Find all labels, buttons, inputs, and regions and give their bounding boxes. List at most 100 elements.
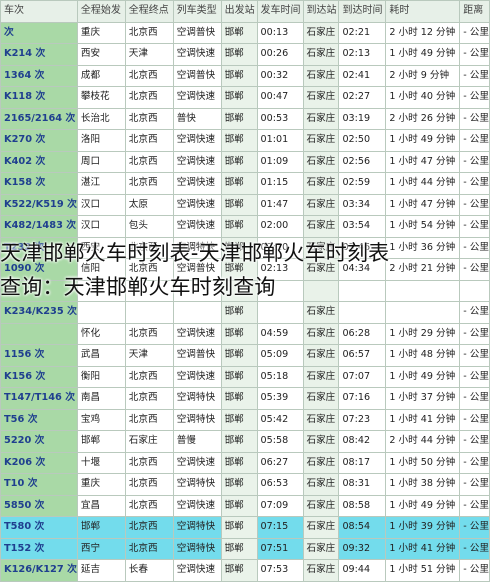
cell-duration: 1 小时 51 分钟 [385,559,461,582]
cell-train-no[interactable]: 1364 次 [0,64,78,87]
cell-duration: 1 小时 41 分钟 [385,408,461,431]
cell-departure-station: 邯郸 [220,21,258,44]
cell-terminus: 北京西 [124,494,174,517]
cell-distance: - 公里 [459,21,490,44]
cell-train-type [172,301,222,324]
cell-arrival-time: 03:54 [338,215,387,238]
cell-train-no[interactable]: 5220 次 [0,430,78,453]
table-row: K214 次西安 天津 空调快速 邯郸 00:26 石家庄 02:13 1 小时 49 分钟 -… [0,43,490,66]
cell-departure-station: 邯郸 [220,86,258,109]
cell-departure-station: 邯郸 [220,451,258,474]
cell-arrival-time: 03:19 [338,107,387,130]
cell-train-type: 空调特快 [172,537,222,560]
cell-duration: 1 小时 44 分钟 [385,172,461,195]
cell-arrival-station: 石家庄 [302,64,340,87]
cell-origin: 宝鸡 [76,408,126,431]
cell-train-no[interactable]: T10 次 [0,473,78,496]
cell-arrival-station: 石家庄 [302,301,340,324]
cell-terminus: 北京西 [124,516,174,539]
cell-origin: 邯郸 [76,516,126,539]
cell-departure-time: 04:59 [256,322,304,345]
cell-duration: 2 小时 26 分钟 [385,107,461,130]
cell-duration: 1 小时 54 分钟 [385,215,461,238]
cell-train-no[interactable]: K270 次 [0,129,78,152]
cell-distance: - 公里 [459,473,490,496]
table-row: K158 次湛江 北京西 空调快速 邯郸 01:15 石家庄 02:59 1 小时 44 分钟… [0,172,490,195]
cell-train-no[interactable]: K158 次 [0,172,78,195]
cell-train-no[interactable]: K214 次 [0,43,78,66]
cell-duration: 1 小时 41 分钟 [385,537,461,560]
cell-duration: 2 小时 44 分钟 [385,430,461,453]
cell-terminus: 北京西 [124,86,174,109]
cell-train-no[interactable]: K118 次 [0,86,78,109]
table-row: 2165/2164 次长治北 北京西 普快 邯郸 00:53 石家庄 03:19 2 小时 2… [0,107,490,130]
cell-arrival-time: 02:21 [338,21,387,44]
cell-departure-station: 邯郸 [220,107,258,130]
cell-departure-time: 00:53 [256,107,304,130]
cell-distance: - 公里 [459,150,490,173]
cell-train-no[interactable]: K206 次 [0,451,78,474]
cell-distance: - 公里 [459,516,490,539]
cell-arrival-station: 石家庄 [302,559,340,582]
cell-origin: 宜昌 [76,494,126,517]
cell-arrival-time: 08:54 [338,516,387,539]
cell-train-type: 空调快速 [172,559,222,582]
cell-arrival-station: 石家庄 [302,365,340,388]
cell-train-no[interactable]: 2165/2164 次 [0,107,78,130]
cell-duration: 1 小时 37 分钟 [385,387,461,410]
cell-terminus: 石家庄 [124,430,174,453]
cell-terminus: 北京西 [124,150,174,173]
cell-arrival-station: 石家庄 [302,21,340,44]
cell-distance: - 公里 [459,408,490,431]
cell-train-type: 空调快速 [172,129,222,152]
cell-train-no[interactable]: K234/K235 次 [0,301,78,324]
cell-terminus: 北京西 [124,64,174,87]
cell-origin: 成都 [76,64,126,87]
cell-arrival-station: 石家庄 [302,387,340,410]
cell-train-no[interactable]: T56 次 [0,408,78,431]
cell-train-no[interactable]: K156 次 [0,365,78,388]
cell-departure-station: 邯郸 [220,430,258,453]
cell-duration: 1 小时 38 分钟 [385,473,461,496]
cell-distance: - 公里 [459,387,490,410]
header-train-type: 列车类型 [172,0,222,23]
cell-train-no[interactable]: 1156 次 [0,344,78,367]
cell-train-type: 空调快速 [172,494,222,517]
cell-train-no[interactable] [0,322,78,345]
cell-departure-time: 01:15 [256,172,304,195]
table-row: K482/1483 次汉口 包头 空调快速 邯郸 02:00 石家庄 03:54 1 小时 5… [0,215,490,238]
cell-terminus: 北京西 [124,451,174,474]
cell-train-type: 普慢 [172,430,222,453]
cell-train-no[interactable]: K126/K127 次 [0,559,78,582]
cell-departure-time: 07:53 [256,559,304,582]
cell-duration: 1 小时 49 分钟 [385,365,461,388]
cell-duration: 1 小时 49 分钟 [385,129,461,152]
cell-train-no[interactable]: T147/T146 次 [0,387,78,410]
cell-departure-time: 00:13 [256,21,304,44]
cell-origin: 西宁 [76,537,126,560]
cell-train-no[interactable]: T152 次 [0,537,78,560]
cell-departure-station: 邯郸 [220,494,258,517]
cell-train-no[interactable]: 5850 次 [0,494,78,517]
header-arrival-time: 到达时间 [338,0,387,23]
cell-departure-time: 00:47 [256,86,304,109]
cell-arrival-time: 08:58 [338,494,387,517]
cell-train-no[interactable]: K402 次 [0,150,78,173]
cell-arrival-station: 石家庄 [302,193,340,216]
table-row: 5850 次宜昌 北京西 空调快速 邯郸 07:09 石家庄 08:58 1 小时 49 分钟… [0,494,490,517]
cell-distance: - 公里 [459,494,490,517]
cell-train-no[interactable]: T580 次 [0,516,78,539]
cell-departure-time: 06:53 [256,473,304,496]
cell-train-no[interactable]: K482/1483 次 [0,215,78,238]
cell-train-type: 空调快速 [172,150,222,173]
cell-arrival-station: 石家庄 [302,516,340,539]
cell-departure-station: 邯郸 [220,516,258,539]
cell-terminus: 天津 [124,344,174,367]
cell-origin: 西安 [76,43,126,66]
table-row: 1364 次成都 北京西 空调普快 邯郸 00:32 石家庄 02:41 2 小时 9 分钟 -… [0,64,490,87]
cell-departure-time: 00:26 [256,43,304,66]
table-row: K156 次衡阳 北京西 空调快速 邯郸 05:18 石家庄 07:07 1 小时 49 分钟… [0,365,490,388]
cell-train-no[interactable]: K522/K519 次 [0,193,78,216]
cell-train-type: 空调普快 [172,21,222,44]
cell-train-no[interactable]: 次 [0,21,78,44]
